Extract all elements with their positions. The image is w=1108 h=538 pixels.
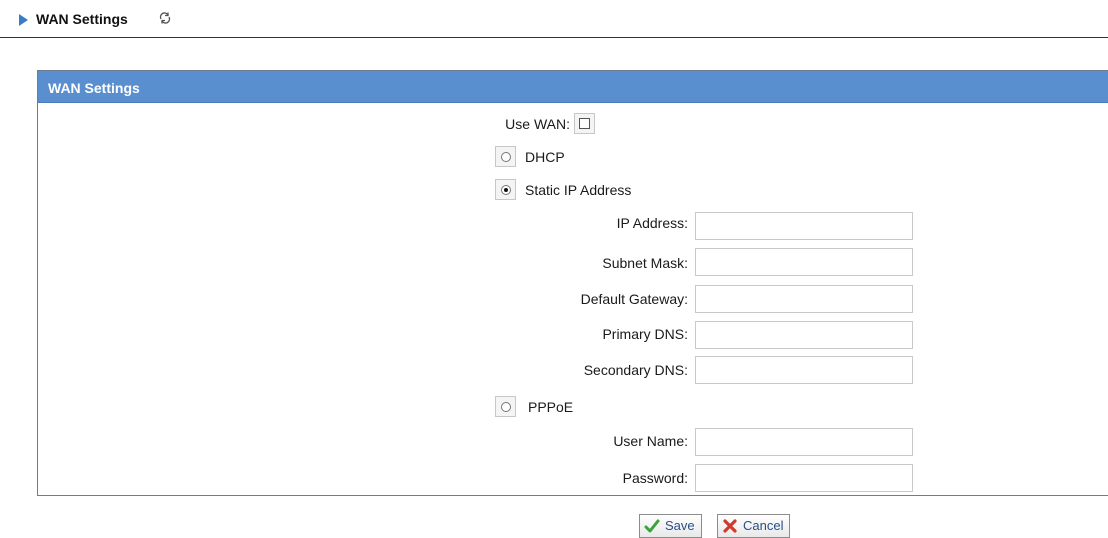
use-wan-label: Use WAN: (505, 116, 570, 132)
page-title: WAN Settings (36, 11, 128, 27)
subnet-mask-label: Subnet Mask: (602, 255, 688, 271)
ip-address-label: IP Address: (616, 215, 688, 231)
static-ip-label: Static IP Address (525, 182, 632, 198)
radio-indicator (501, 185, 511, 195)
page-header: WAN Settings (0, 0, 1108, 38)
x-icon (723, 519, 737, 533)
radio-indicator (501, 152, 511, 162)
primary-dns-input[interactable] (695, 321, 913, 349)
save-button-label: Save (665, 518, 695, 533)
ip-address-input[interactable] (695, 212, 913, 240)
refresh-icon[interactable] (158, 11, 172, 25)
radio-indicator (501, 402, 511, 412)
secondary-dns-input[interactable] (695, 356, 913, 384)
user-name-input[interactable] (695, 428, 913, 456)
save-button[interactable]: Save (639, 514, 702, 538)
pppoe-label: PPPoE (528, 399, 574, 415)
secondary-dns-label: Secondary DNS: (583, 362, 688, 378)
panel-title: WAN Settings (38, 71, 1108, 103)
dhcp-radio[interactable] (495, 146, 516, 167)
default-gateway-label: Default Gateway: (580, 291, 688, 307)
password-label: Password: (622, 470, 688, 486)
dhcp-label: DHCP (525, 149, 565, 165)
triangle-right-icon (19, 14, 28, 26)
radio-selected-dot (504, 188, 508, 192)
default-gateway-input[interactable] (695, 285, 913, 313)
primary-dns-label: Primary DNS: (602, 326, 688, 342)
password-input[interactable] (695, 464, 913, 492)
user-name-label: User Name: (613, 433, 688, 449)
subnet-mask-input[interactable] (695, 248, 913, 276)
use-wan-checkbox[interactable] (574, 113, 595, 134)
static-ip-radio[interactable] (495, 179, 516, 200)
pppoe-radio[interactable] (495, 396, 516, 417)
cancel-button-label: Cancel (743, 518, 784, 533)
checkmark-icon (644, 519, 660, 533)
cancel-button[interactable]: Cancel (717, 514, 791, 538)
